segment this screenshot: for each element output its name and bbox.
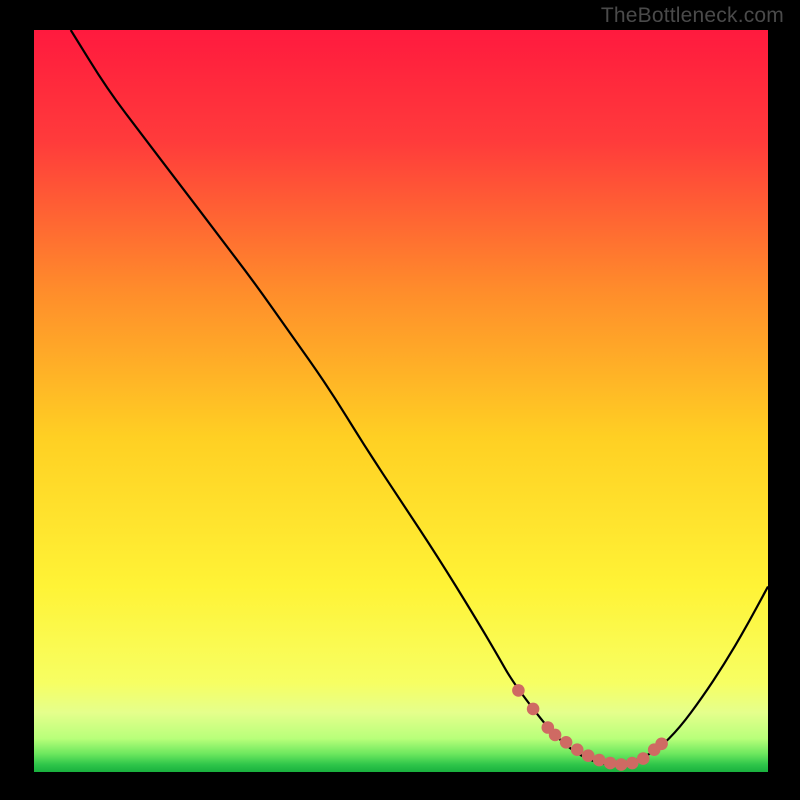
chart-stage: TheBottleneck.com (0, 0, 800, 800)
highlight-dot (637, 752, 650, 765)
plot-area (34, 30, 768, 772)
highlight-dot (615, 758, 628, 771)
bottleneck-chart (34, 30, 768, 772)
highlight-dot (626, 757, 639, 770)
highlight-dot (512, 684, 525, 697)
highlight-dot (582, 749, 595, 762)
highlight-dot (549, 729, 562, 742)
highlight-dot (604, 757, 617, 770)
gradient-background (34, 30, 768, 772)
highlight-dot (527, 703, 540, 716)
watermark-text: TheBottleneck.com (601, 4, 784, 28)
highlight-dot (593, 754, 606, 767)
highlight-dot (571, 743, 584, 756)
highlight-dot (655, 738, 668, 751)
highlight-dot (560, 736, 573, 749)
